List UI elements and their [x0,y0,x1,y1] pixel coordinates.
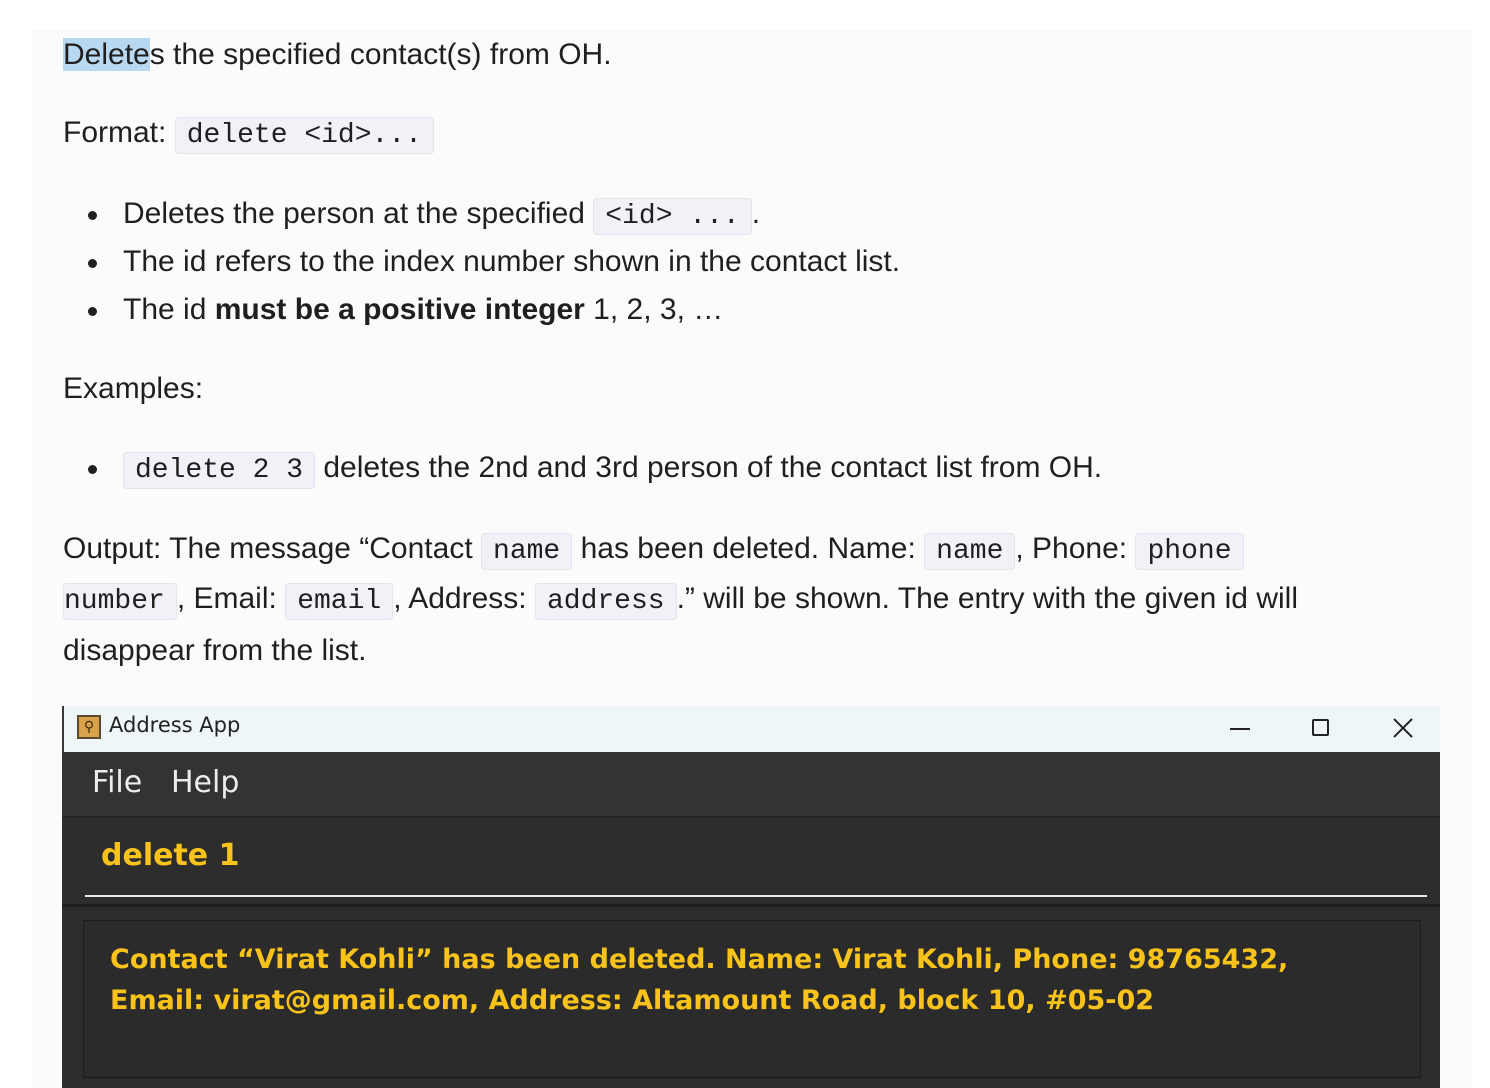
examples-label: Examples: [63,372,204,405]
note-text: The id refers to the index number shown … [123,245,901,278]
output-line-3: disappear from the list. [63,634,367,667]
output-text: .” will be shown. The entry with the giv… [676,582,1298,615]
result-line-2: Email: virat@gmail.com, Address: Altamou… [110,985,1155,1016]
note-suffix: . [751,197,761,230]
output-code: phone [1135,533,1244,570]
window-title: Address App [109,713,241,737]
minimize-button[interactable] [1198,706,1280,752]
examples-list: delete 2 3 deletes the 2nd and 3rd perso… [63,444,1102,492]
address-app-window: ⚲ Address App File Help delete 1 Contact… [62,706,1440,1088]
title-bar[interactable]: ⚲ Address App [62,706,1440,752]
list-item: The id must be a positive integer 1, 2, … [63,286,900,334]
menu-bar: File Help [62,752,1440,818]
menu-file[interactable]: File [92,765,142,800]
output-code: name [481,533,573,570]
intro-highlight: Delete [63,38,150,71]
output-text: Output: The message “Contact [63,532,473,565]
intro-paragraph: Deletes the specified contact(s) from OH… [63,30,612,80]
command-box[interactable]: delete 1 [62,818,1440,907]
result-display: Contact “Virat Kohli” has been deleted. … [83,920,1421,1078]
maximize-button[interactable] [1280,706,1362,752]
close-button[interactable] [1362,706,1440,752]
format-code: delete <id>... [174,117,434,154]
notes-list: Deletes the person at the specified <id>… [63,190,900,334]
maximize-icon [1312,719,1329,736]
output-text: has been deleted. Name: [580,532,916,565]
output-text: , Address: [393,582,527,615]
note-text: The id [123,293,207,326]
window-edge [62,706,64,752]
output-code: email [285,583,394,620]
list-item: The id refers to the index number shown … [63,238,900,286]
list-item: delete 2 3 deletes the 2nd and 3rd perso… [63,444,1102,492]
command-underline [85,895,1427,897]
output-code: address [534,583,677,620]
result-message: Contact “Virat Kohli” has been deleted. … [110,939,1410,1021]
menu-help[interactable]: Help [171,765,239,800]
output-text: , Email: [176,582,277,615]
output-code: number [63,583,177,620]
minimize-icon [1230,728,1250,730]
output-text: , Phone: [1015,532,1128,565]
close-icon [1393,718,1413,738]
example-code: delete 2 3 [123,452,316,489]
result-line-1: Contact “Virat Kohli” has been deleted. … [110,944,1289,975]
id-code: <id> ... [593,198,752,235]
note-text: Deletes the person at the specified [123,197,585,230]
command-input[interactable]: delete 1 [101,838,239,873]
output-code: name [924,533,1016,570]
format-label: Format: [63,116,167,149]
output-line-2: number, Email: email, Address: address.”… [63,574,1298,627]
output-line-1: Output: The message “Contact name has be… [63,524,1244,577]
example-text: deletes the 2nd and 3rd person of the co… [323,451,1103,484]
list-item: Deletes the person at the specified <id>… [63,190,900,238]
note-suffix: 1, 2, 3, … [593,293,724,326]
address-book-icon: ⚲ [77,715,101,739]
format-paragraph: Format: delete <id>... [63,108,434,161]
intro-text: s the specified contact(s) from OH. [149,38,612,71]
note-bold: must be a positive integer [214,293,585,326]
